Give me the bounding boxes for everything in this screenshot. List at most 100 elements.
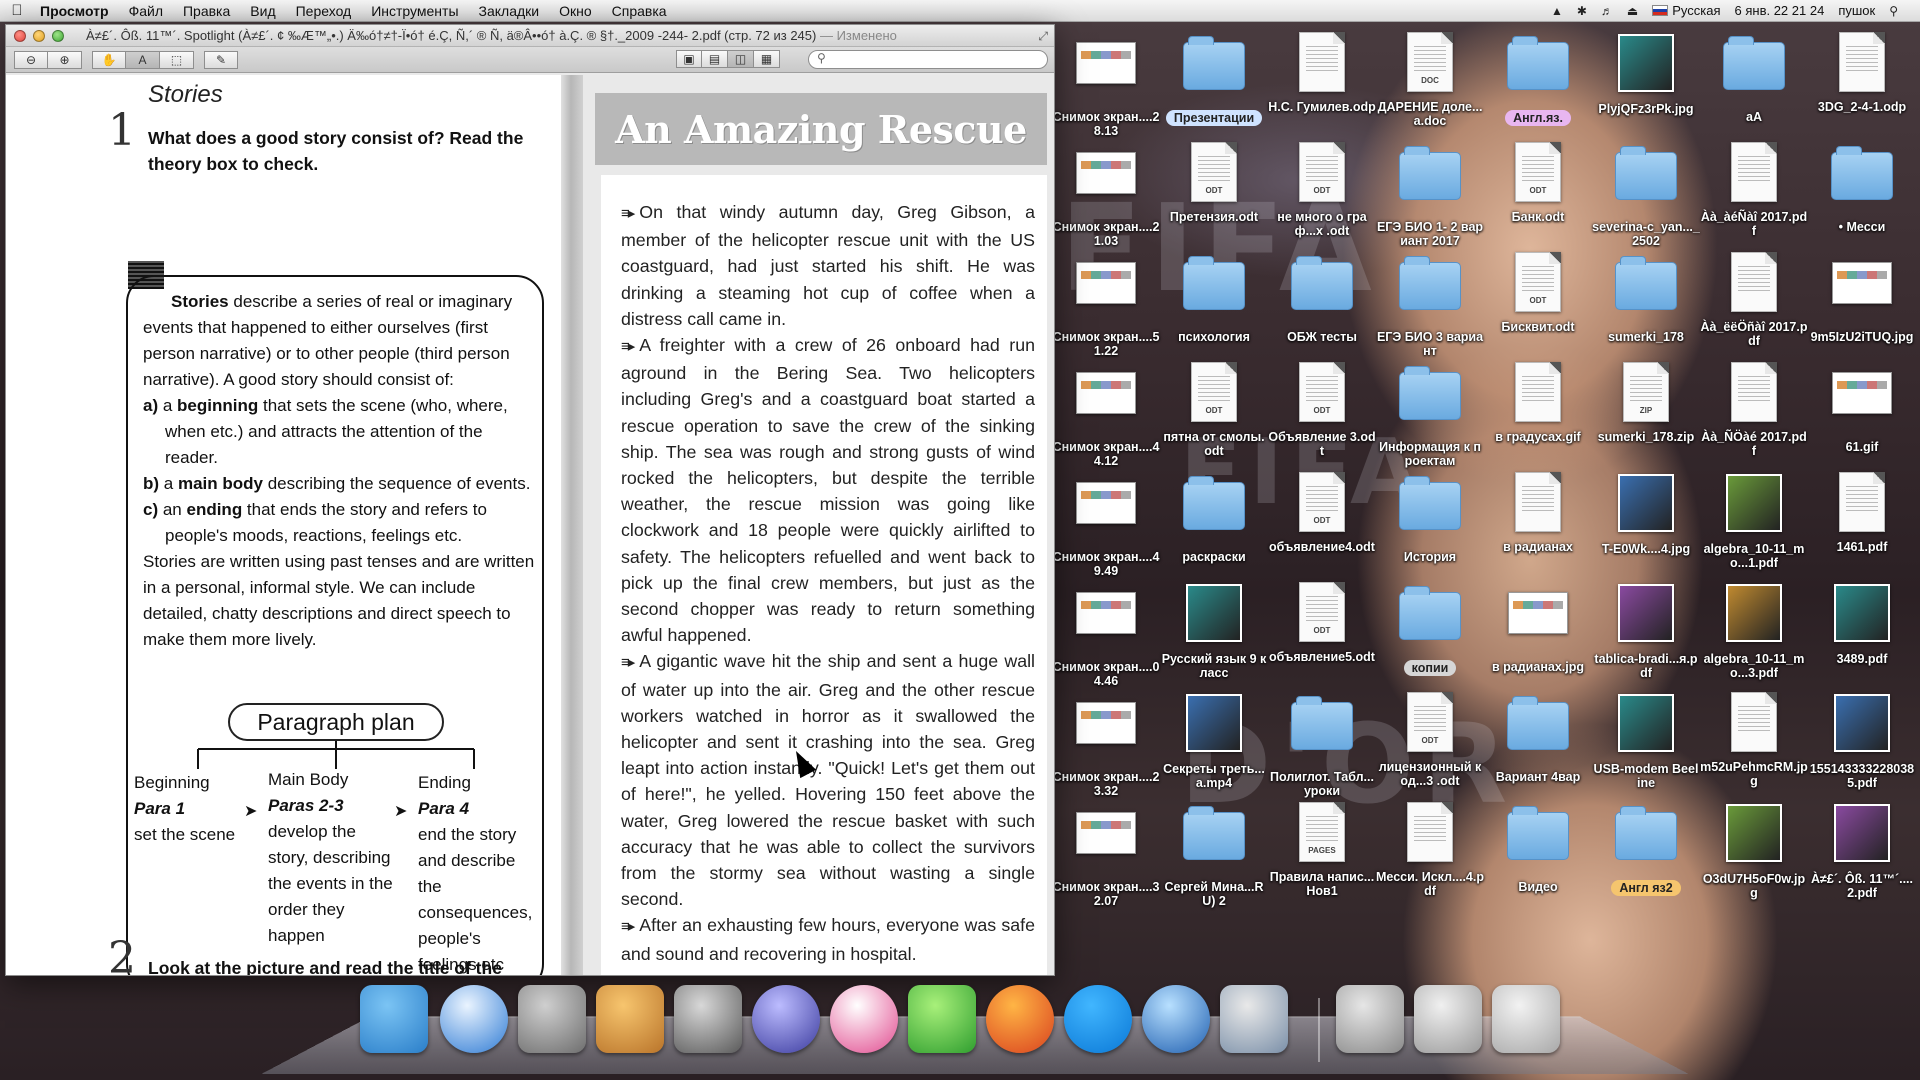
itunes-dock-item[interactable] xyxy=(830,985,900,1055)
desktop-icon[interactable]: ODT Бисквит.odt xyxy=(1484,252,1592,334)
desktop-icon[interactable]: ODT Объявление 3.odt xyxy=(1268,362,1376,458)
desktop-icon[interactable]: Англ.яз. xyxy=(1484,32,1592,127)
wifi-icon[interactable]: ▲ xyxy=(1551,4,1563,18)
desktop-icon[interactable]: • Месси xyxy=(1808,142,1916,234)
desktop-icon[interactable]: m52uPehmcRM.jpg xyxy=(1700,692,1808,788)
desktop-icon[interactable]: PlyjQFz3rPk.jpg xyxy=(1592,32,1700,116)
view-contact-sheet-button[interactable]: ▦ xyxy=(754,50,780,68)
desktop-icon[interactable]: sumerki_178 xyxy=(1592,252,1700,344)
desktop-icon[interactable]: ОБЖ тесты xyxy=(1268,252,1376,344)
view-continuous-button[interactable]: ▤ xyxy=(702,50,728,68)
desktop-icon[interactable]: severina-c_yan..._2502 xyxy=(1592,142,1700,248)
desktop-icon[interactable]: в радианах.jpg xyxy=(1484,582,1592,674)
desktop-icon[interactable]: algebra_10-11_mo...1.pdf xyxy=(1700,472,1808,570)
zoom-out-button[interactable]: ⊖ xyxy=(14,50,48,69)
keynote-dock-item[interactable] xyxy=(596,985,666,1055)
firefox-dock-item[interactable] xyxy=(986,985,1056,1055)
desktop-icon[interactable]: 1551433332280385.pdf xyxy=(1808,692,1916,790)
quicktime-dock-item[interactable] xyxy=(1142,985,1212,1055)
annotate-button[interactable]: ✎ xyxy=(204,50,238,69)
bluetooth-icon[interactable]: ✱ xyxy=(1577,4,1587,18)
eject-icon[interactable]: ⏏ xyxy=(1627,4,1638,18)
desktop-icon[interactable]: Àà_ëëÖñàî 2017.pdf xyxy=(1700,252,1808,348)
desktop-icon[interactable]: 3489.pdf xyxy=(1808,582,1916,666)
view-single-page-button[interactable]: ▣ xyxy=(676,50,702,68)
view-two-pages-button[interactable]: ◫ xyxy=(728,50,754,68)
desktop-icon[interactable]: История xyxy=(1376,472,1484,564)
desktop-icon[interactable]: ODT Претензия.odt xyxy=(1160,142,1268,224)
menu-tools[interactable]: Инструменты xyxy=(361,0,468,22)
input-source-menu[interactable]: Русская xyxy=(1652,3,1721,18)
downloads-stack-dock-item[interactable] xyxy=(1336,985,1406,1055)
trash-dock-item[interactable] xyxy=(1492,985,1562,1055)
desktop-icon[interactable]: ODT пятна от смолы.odt xyxy=(1160,362,1268,458)
desktop-icon[interactable]: психология xyxy=(1160,252,1268,344)
menu-file[interactable]: Файл xyxy=(119,0,173,22)
desktop-icon[interactable]: À≠£´. Ôß. 11™´....2.pdf xyxy=(1808,802,1916,900)
desktop-icon[interactable]: ODT лицензионный код...3 .odt xyxy=(1376,692,1484,788)
clock[interactable]: 6 янв. 22 21 24 xyxy=(1735,3,1825,18)
desktop-icon[interactable]: PAGES Правила напис...Нов1 xyxy=(1268,802,1376,898)
desktop-icon[interactable]: Вариант 4вар xyxy=(1484,692,1592,784)
desktop-icon[interactable]: ЕГЭ БИО 3 вариант xyxy=(1376,252,1484,358)
system-preferences-dock-item[interactable] xyxy=(518,985,588,1055)
desktop-icon[interactable]: Снимок экран....49.49 xyxy=(1052,472,1160,578)
desktop-icon[interactable]: Снимок экран....23.32 xyxy=(1052,692,1160,798)
desktop-icon[interactable]: 1461.pdf xyxy=(1808,472,1916,554)
desktop-icon[interactable]: USB-modem Beeline xyxy=(1592,692,1700,790)
desktop-icon[interactable]: Àà_àéÑàî 2017.pdf xyxy=(1700,142,1808,238)
desktop-icon[interactable]: ODT объявление4.odt xyxy=(1268,472,1376,554)
menu-edit[interactable]: Правка xyxy=(173,0,240,22)
zoom-in-button[interactable]: ⊕ xyxy=(48,50,82,69)
desktop-icon[interactable]: ЕГЭ БИО 1- 2 вариант 2017 xyxy=(1376,142,1484,248)
desktop-icon[interactable]: DOC ДАРЕНИЕ доле...a.doc xyxy=(1376,32,1484,128)
documents-stack-dock-item[interactable] xyxy=(1414,985,1484,1055)
title-bar[interactable]: À≠£´. Ôß. 11™´. Spotlight (À≠£´. ¢ ‰Æ™„•… xyxy=(6,25,1054,47)
desktop-icon[interactable]: Секреты треть...a.mp4 xyxy=(1160,692,1268,790)
desktop-icon[interactable]: 3DG_2-4-1.odp xyxy=(1808,32,1916,114)
desktop-icon[interactable]: ODT объявление5.odt xyxy=(1268,582,1376,664)
desktop-icon[interactable]: Снимок экран....28.13 xyxy=(1052,32,1160,138)
move-tool-button[interactable]: ✋ xyxy=(92,50,126,69)
the-sims-dock-item[interactable] xyxy=(908,985,978,1055)
desktop-icon[interactable]: Сергей Мина...RU) 2 xyxy=(1160,802,1268,908)
iphoto-dock-item[interactable] xyxy=(1220,985,1290,1055)
desktop-icon[interactable]: в радианах xyxy=(1484,472,1592,554)
desktop-icon[interactable]: Àà_ÑÖàé 2017.pdf xyxy=(1700,362,1808,458)
desktop-icon[interactable]: Презентации xyxy=(1160,32,1268,127)
minimize-button[interactable] xyxy=(33,29,45,42)
text-tool-button[interactable]: A xyxy=(126,50,160,69)
document-view[interactable]: Stories 1 What does a good story consist… xyxy=(6,75,1054,975)
menu-bookmarks[interactable]: Закладки xyxy=(469,0,550,22)
desktop-icon[interactable]: algebra_10-11_mo...3.pdf xyxy=(1700,582,1808,680)
close-button[interactable] xyxy=(14,29,26,42)
apple-menu-icon[interactable]:  xyxy=(0,2,34,19)
user-menu[interactable]: пушок xyxy=(1838,3,1875,18)
search-input[interactable] xyxy=(808,50,1048,69)
menu-window[interactable]: Окно xyxy=(549,0,602,22)
preview-dock-item[interactable] xyxy=(674,985,744,1055)
desktop-icon[interactable]: Н.С. Гумилев.odp xyxy=(1268,32,1376,114)
zoom-button[interactable] xyxy=(52,29,64,42)
select-tool-button[interactable]: ⬚ xyxy=(160,50,194,69)
fullscreen-icon[interactable]: ⤢ xyxy=(1038,29,1048,44)
safari-dock-item[interactable] xyxy=(440,985,510,1055)
finder-dock-item[interactable] xyxy=(360,985,430,1055)
desktop-icon[interactable]: ZIP sumerki_178.zip xyxy=(1592,362,1700,444)
menu-help[interactable]: Справка xyxy=(602,0,677,22)
skype-dock-item[interactable] xyxy=(1064,985,1134,1055)
volume-icon[interactable]: ♬ xyxy=(1601,4,1613,18)
desktop-icon[interactable]: аА xyxy=(1700,32,1808,124)
desktop-icon[interactable]: ODT не много о граф...x .odt xyxy=(1268,142,1376,238)
desktop-icon[interactable]: 9m5IzU2iTUQ.jpg xyxy=(1808,252,1916,344)
desktop-icon[interactable]: Снимок экран....51.22 xyxy=(1052,252,1160,358)
desktop-icon[interactable]: tablica-bradi...я.pdf xyxy=(1592,582,1700,680)
desktop-icon[interactable]: копии xyxy=(1376,582,1484,677)
desktop-icon[interactable]: Русский язык 9 класс xyxy=(1160,582,1268,680)
launchpad-dock-item[interactable] xyxy=(752,985,822,1055)
desktop-icon[interactable]: ODT Банк.odt xyxy=(1484,142,1592,224)
desktop-icon[interactable]: Англ яз2 xyxy=(1592,802,1700,897)
desktop-icon[interactable]: Снимок экран....04.46 xyxy=(1052,582,1160,688)
desktop-icon[interactable]: в градусах.gif xyxy=(1484,362,1592,444)
menu-go[interactable]: Переход xyxy=(286,0,362,22)
